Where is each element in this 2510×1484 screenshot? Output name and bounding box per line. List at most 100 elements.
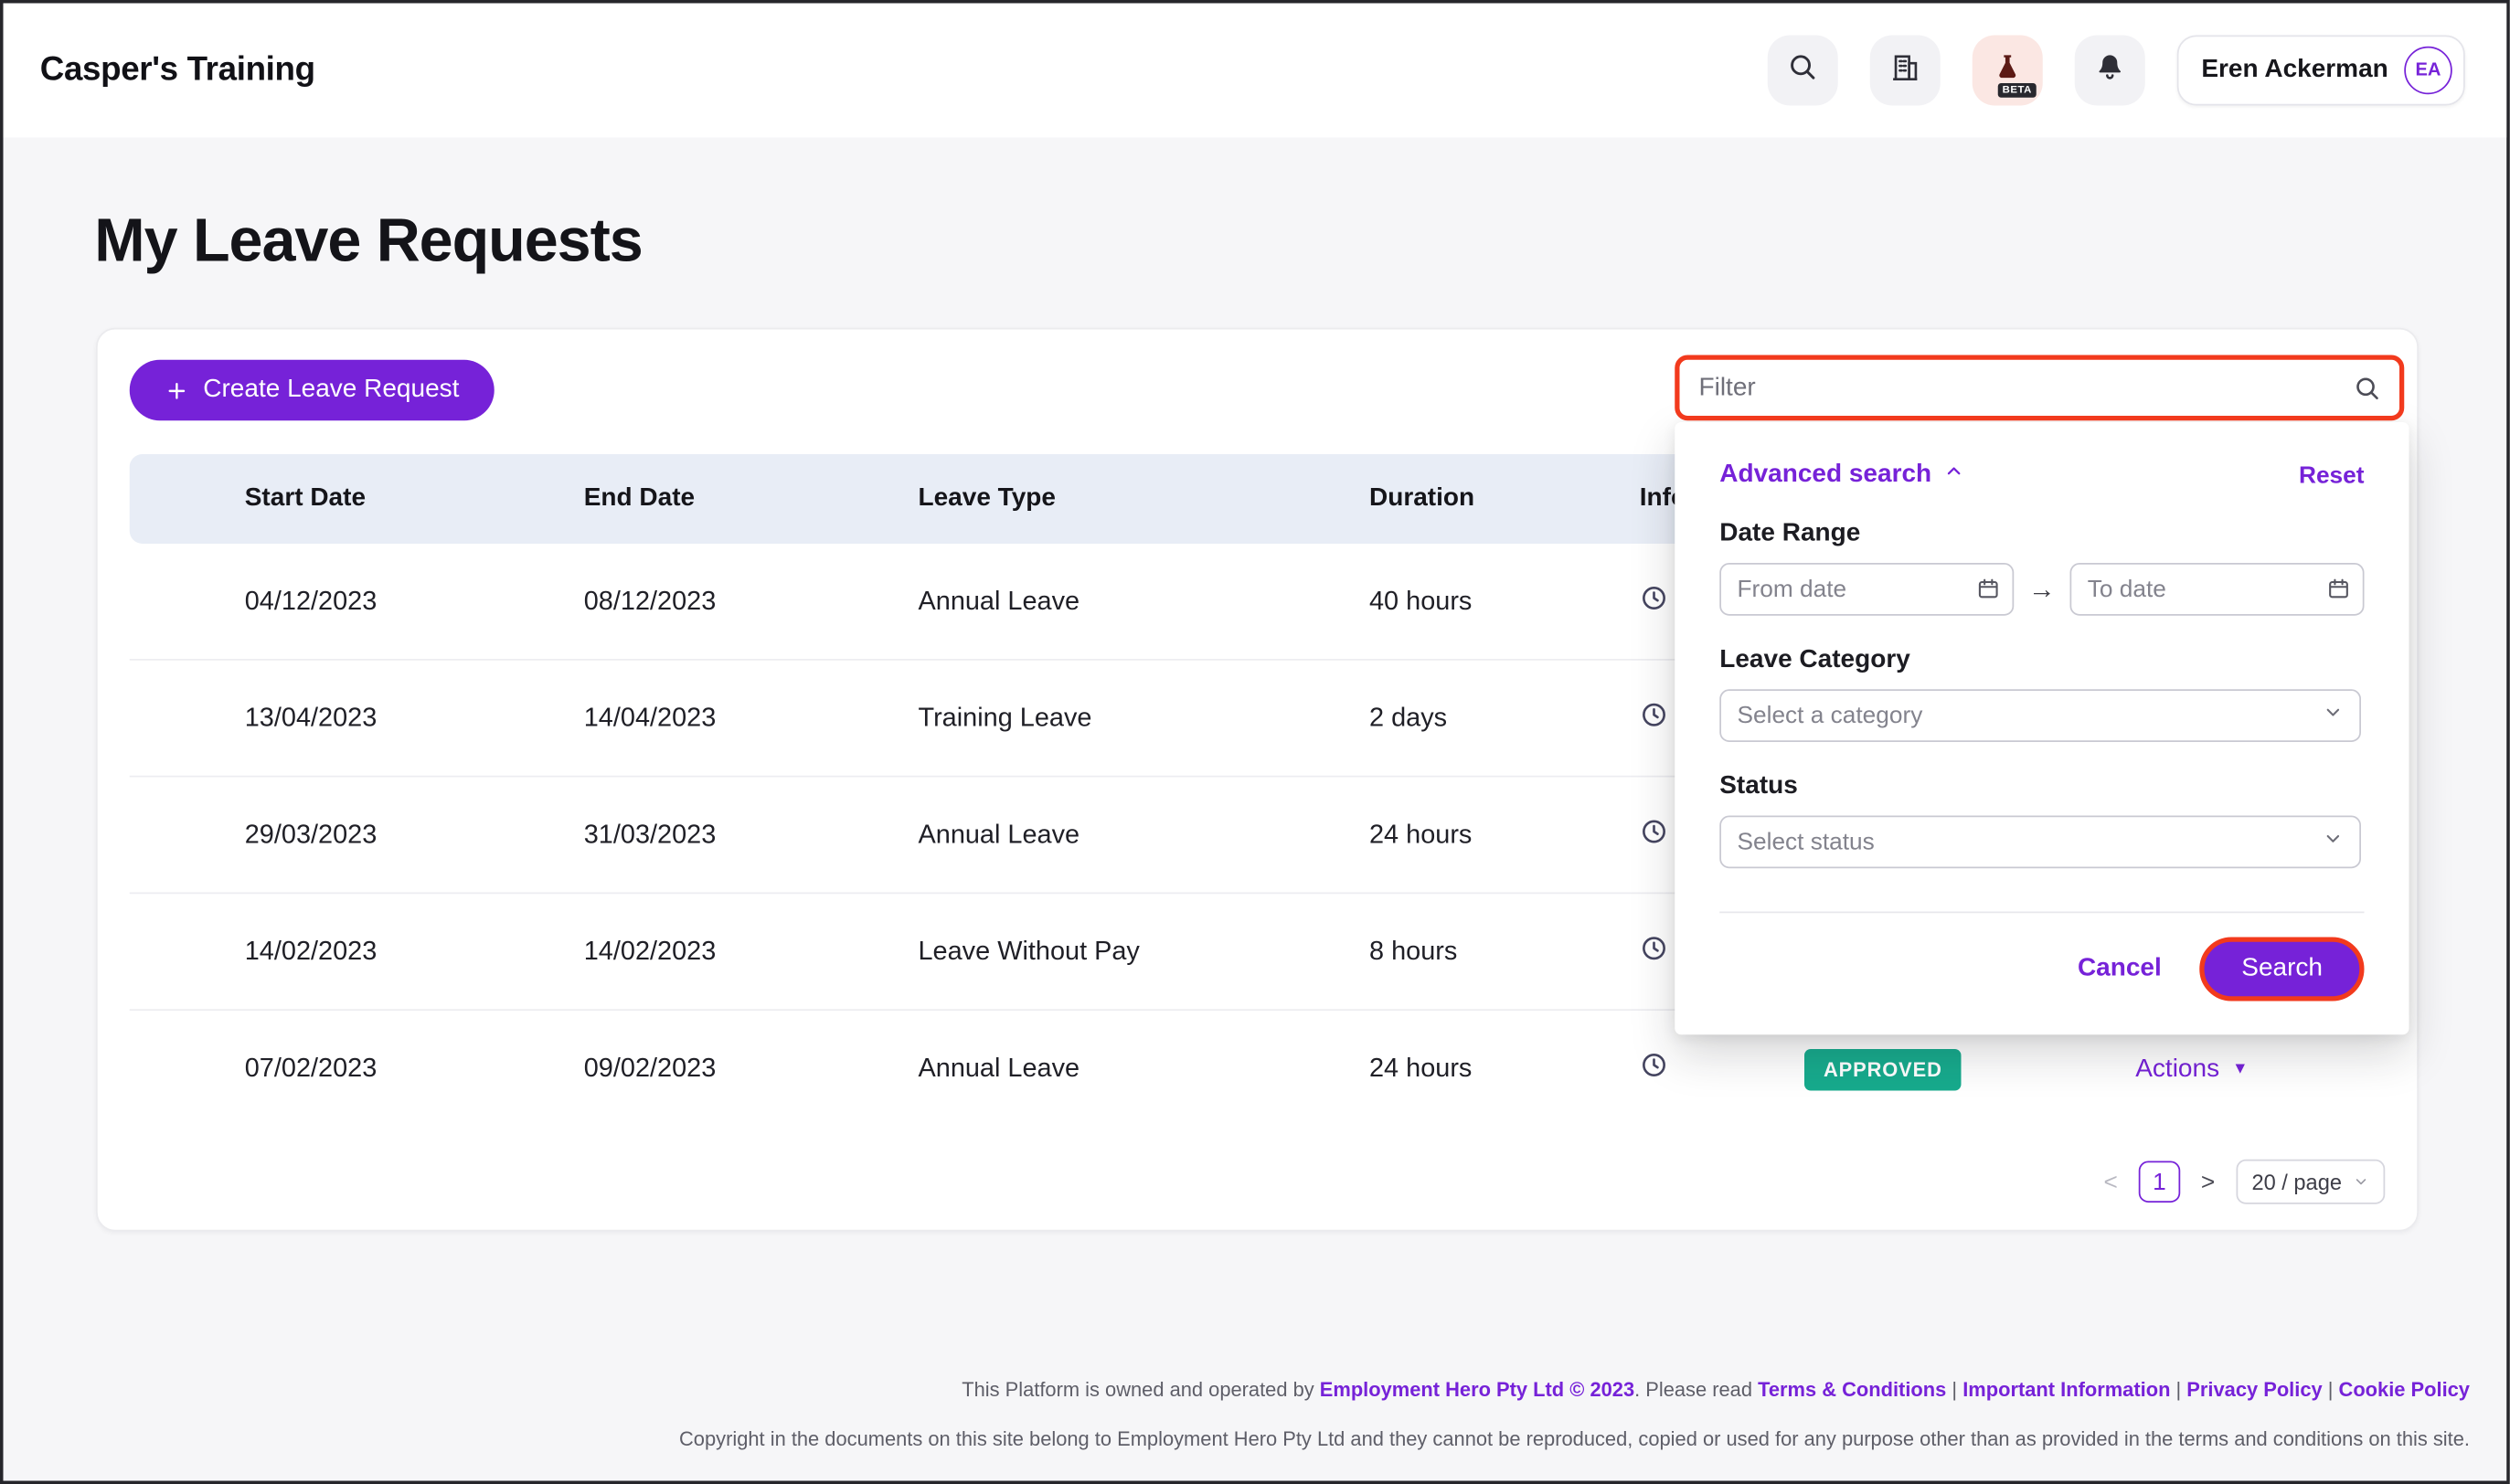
actions-menu-button[interactable]: Actions ▼: [2135, 1055, 2388, 1084]
column-header-leave-type: Leave Type: [919, 484, 1370, 514]
clock-icon: [1640, 583, 1669, 620]
search-button[interactable]: [1768, 36, 1838, 106]
bell-icon: [2094, 50, 2126, 90]
page-title: My Leave Requests: [94, 208, 642, 277]
search-icon: [1787, 50, 1819, 90]
separator: |: [2323, 1379, 2339, 1402]
leave-category-value: Select a category: [1738, 702, 1923, 729]
from-date-field: [1719, 563, 2014, 616]
chevron-up-icon: [1942, 461, 1963, 490]
page-size-value: 20 / page: [2251, 1170, 2342, 1193]
info-button[interactable]: [1640, 1051, 1804, 1087]
to-date-field: [2070, 563, 2365, 616]
leave-requests-card: Create Leave Request Advanced search Res…: [96, 328, 2419, 1232]
cell-end-date: 14/02/2023: [584, 937, 919, 967]
advanced-search-toggle[interactable]: Advanced search: [1719, 461, 1963, 490]
cell-duration: 24 hours: [1369, 820, 1640, 850]
cell-duration: 8 hours: [1369, 937, 1640, 967]
cell-duration: 40 hours: [1369, 586, 1640, 616]
cell-end-date: 31/03/2023: [584, 820, 919, 850]
next-page-button[interactable]: >: [2201, 1168, 2215, 1195]
status-select[interactable]: Select status: [1719, 816, 2361, 869]
cell-end-date: 14/04/2023: [584, 703, 919, 733]
cell-leave-type: Annual Leave: [919, 586, 1370, 616]
footer-copyright: Copyright in the documents on this site …: [230, 1427, 2470, 1452]
column-header-end-date: End Date: [584, 484, 919, 514]
status-label: Status: [1719, 772, 2364, 801]
date-range-row: →: [1719, 563, 2364, 616]
topbar: Casper's Training BETA: [4, 4, 2507, 138]
arrow-right-icon: →: [2028, 573, 2056, 605]
cancel-button[interactable]: Cancel: [2078, 955, 2162, 984]
clock-icon: [1640, 933, 1669, 970]
building-icon: [1889, 50, 1921, 90]
important-information-link[interactable]: Important Information: [1962, 1379, 2170, 1402]
cell-start-date: 07/02/2023: [130, 1054, 584, 1084]
column-header-start-date: Start Date: [130, 484, 584, 514]
cell-status: APPROVED: [1804, 1048, 2135, 1090]
privacy-policy-link[interactable]: Privacy Policy: [2186, 1379, 2322, 1402]
current-page-button[interactable]: 1: [2139, 1161, 2181, 1203]
search-button[interactable]: Search: [2200, 938, 2365, 1002]
app-title: Casper's Training: [40, 51, 315, 90]
footer-text: . Please read: [1634, 1379, 1758, 1402]
cell-duration: 24 hours: [1369, 1054, 1640, 1084]
separator: |: [1946, 1379, 1962, 1402]
search-icon: [2353, 374, 2382, 403]
to-date-input[interactable]: [2070, 563, 2365, 616]
plus-icon: [165, 378, 188, 402]
employment-hero-link[interactable]: Employment Hero Pty Ltd © 2023: [1320, 1379, 1634, 1402]
advanced-search-panel: Advanced search Reset Date Range →: [1675, 422, 2409, 1034]
advanced-search-label: Advanced search: [1719, 461, 1931, 490]
terms-conditions-link[interactable]: Terms & Conditions: [1758, 1379, 1946, 1402]
create-leave-request-button[interactable]: Create Leave Request: [130, 360, 495, 421]
avatar: EA: [2404, 47, 2452, 95]
previous-page-button[interactable]: <: [2104, 1168, 2118, 1195]
user-name: Eren Ackerman: [2201, 56, 2388, 85]
leave-category-select[interactable]: Select a category: [1719, 689, 2361, 742]
separator: |: [2170, 1379, 2186, 1402]
status-badge: APPROVED: [1804, 1048, 1962, 1090]
cookie-policy-link[interactable]: Cookie Policy: [2339, 1379, 2470, 1402]
page-size-select[interactable]: 20 / page: [2236, 1160, 2385, 1204]
cell-leave-type: Leave Without Pay: [919, 937, 1370, 967]
column-header-duration: Duration: [1369, 484, 1640, 514]
status-value: Select status: [1738, 829, 1875, 856]
footer-text: This Platform is owned and operated by: [962, 1379, 1320, 1402]
from-date-input[interactable]: [1719, 563, 2014, 616]
cell-start-date: 13/04/2023: [130, 703, 584, 733]
reset-button[interactable]: Reset: [2299, 461, 2365, 489]
footer-line1: This Platform is owned and operated by E…: [230, 1379, 2470, 1404]
footer: This Platform is owned and operated by E…: [230, 1379, 2470, 1453]
caret-down-icon: ▼: [2232, 1060, 2248, 1077]
date-range-label: Date Range: [1719, 520, 2364, 549]
cell-leave-type: Annual Leave: [919, 820, 1370, 850]
organisation-button[interactable]: [1870, 36, 1941, 106]
filter-field: [1675, 355, 2404, 421]
topbar-actions: BETA Eren Ackerman EA: [1768, 36, 2465, 106]
chevron-down-icon: [2353, 1170, 2369, 1193]
pagination: < 1 > 20 / page: [2104, 1160, 2386, 1204]
beta-features-button[interactable]: BETA: [1973, 36, 2043, 106]
clock-icon: [1640, 816, 1669, 853]
leave-category-label: Leave Category: [1719, 646, 2364, 675]
app-window: Casper's Training BETA: [0, 0, 2510, 1484]
notifications-button[interactable]: [2075, 36, 2145, 106]
cell-start-date: 04/12/2023: [130, 586, 584, 616]
cell-leave-type: Training Leave: [919, 703, 1370, 733]
user-menu[interactable]: Eren Ackerman EA: [2177, 36, 2465, 106]
chevron-down-icon: [2323, 701, 2344, 730]
actions-label: Actions: [2135, 1055, 2219, 1084]
cell-duration: 2 days: [1369, 703, 1640, 733]
filter-input[interactable]: [1680, 374, 2354, 403]
cell-end-date: 09/02/2023: [584, 1054, 919, 1084]
chevron-down-icon: [2323, 828, 2344, 857]
cell-leave-type: Annual Leave: [919, 1054, 1370, 1084]
cell-start-date: 14/02/2023: [130, 937, 584, 967]
cell-start-date: 29/03/2023: [130, 820, 584, 850]
clock-icon: [1640, 1051, 1669, 1087]
beta-badge: BETA: [1997, 83, 2037, 98]
clock-icon: [1640, 700, 1669, 737]
cell-end-date: 08/12/2023: [584, 586, 919, 616]
create-leave-request-label: Create Leave Request: [203, 376, 459, 405]
